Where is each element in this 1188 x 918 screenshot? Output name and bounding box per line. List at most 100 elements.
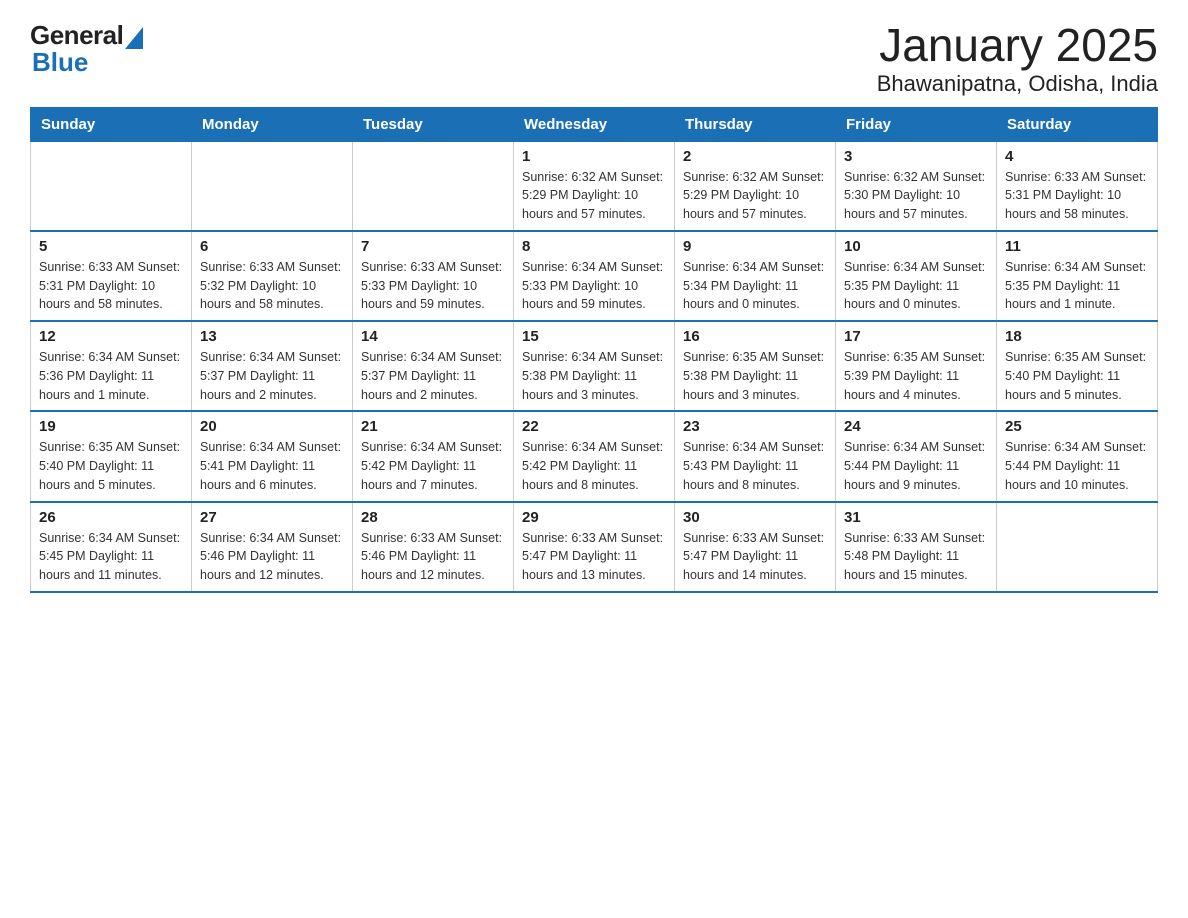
day-info: Sunrise: 6:34 AM Sunset: 5:46 PM Dayligh…: [200, 529, 344, 585]
calendar-cell: 22 Sunrise: 6:34 AM Sunset: 5:42 PM Dayli…: [514, 411, 675, 501]
header: General Blue January 2025 Bhawanipatna, …: [30, 20, 1158, 97]
calendar-cell: [997, 502, 1158, 592]
calendar-cell: 14Sunrise: 6:34 AM Sunset: 5:37 PM Dayli…: [353, 321, 514, 411]
day-info: Sunrise: 6:34 AM Sunset: 5:37 PM Dayligh…: [200, 348, 344, 404]
day-info: Sunrise: 6:34 AM Sunset: 5:36 PM Dayligh…: [39, 348, 183, 404]
calendar-cell: 9 Sunrise: 6:34 AM Sunset: 5:34 PM Daylig…: [675, 231, 836, 321]
month-title: January 2025: [877, 20, 1158, 71]
calendar-cell: 31 Sunrise: 6:33 AM Sunset: 5:48 PM Dayli…: [836, 502, 997, 592]
day-number: 5: [39, 238, 183, 255]
day-info: Sunrise: 6:32 AM Sunset: 5:30 PM Dayligh…: [844, 168, 988, 224]
calendar-cell: 27 Sunrise: 6:34 AM Sunset: 5:46 PM Dayli…: [192, 502, 353, 592]
calendar-cell: 21 Sunrise: 6:34 AM Sunset: 5:42 PM Dayli…: [353, 411, 514, 501]
week-row-3: 12Sunrise: 6:34 AM Sunset: 5:36 PM Dayli…: [31, 321, 1158, 411]
calendar-cell: [31, 141, 192, 231]
day-info: Sunrise: 6:34 AM Sunset: 5:43 PM Dayligh…: [683, 438, 827, 494]
day-info: Sunrise: 6:34 AM Sunset: 5:34 PM Dayligh…: [683, 258, 827, 314]
day-info: Sunrise: 6:33 AM Sunset: 5:46 PM Dayligh…: [361, 529, 505, 585]
day-number: 4: [1005, 148, 1149, 165]
calendar-cell: 15 Sunrise: 6:34 AM Sunset: 5:38 PM Dayli…: [514, 321, 675, 411]
day-number: 23: [683, 418, 827, 435]
day-info: Sunrise: 6:34 AM Sunset: 5:33 PM Dayligh…: [522, 258, 666, 314]
calendar-cell: 10 Sunrise: 6:34 AM Sunset: 5:35 PM Dayli…: [836, 231, 997, 321]
location-title: Bhawanipatna, Odisha, India: [877, 71, 1158, 97]
day-number: 29: [522, 509, 666, 526]
title-area: January 2025 Bhawanipatna, Odisha, India: [877, 20, 1158, 97]
calendar-table: SundayMondayTuesdayWednesdayThursdayFrid…: [30, 107, 1158, 593]
day-number: 20: [200, 418, 344, 435]
day-info: Sunrise: 6:33 AM Sunset: 5:47 PM Dayligh…: [683, 529, 827, 585]
calendar-cell: 16 Sunrise: 6:35 AM Sunset: 5:38 PM Dayli…: [675, 321, 836, 411]
weekday-header-tuesday: Tuesday: [353, 107, 514, 141]
calendar-cell: 1Sunrise: 6:32 AM Sunset: 5:29 PM Daylig…: [514, 141, 675, 231]
calendar-cell: 24 Sunrise: 6:34 AM Sunset: 5:44 PM Dayli…: [836, 411, 997, 501]
week-row-2: 5 Sunrise: 6:33 AM Sunset: 5:31 PM Daylig…: [31, 231, 1158, 321]
calendar-cell: 4 Sunrise: 6:33 AM Sunset: 5:31 PM Daylig…: [997, 141, 1158, 231]
day-info: Sunrise: 6:35 AM Sunset: 5:40 PM Dayligh…: [1005, 348, 1149, 404]
calendar-cell: 17 Sunrise: 6:35 AM Sunset: 5:39 PM Dayli…: [836, 321, 997, 411]
weekday-header-wednesday: Wednesday: [514, 107, 675, 141]
calendar-cell: 13Sunrise: 6:34 AM Sunset: 5:37 PM Dayli…: [192, 321, 353, 411]
day-info: Sunrise: 6:34 AM Sunset: 5:44 PM Dayligh…: [1005, 438, 1149, 494]
logo: General Blue: [30, 20, 144, 78]
day-number: 31: [844, 509, 988, 526]
day-info: Sunrise: 6:34 AM Sunset: 5:35 PM Dayligh…: [844, 258, 988, 314]
day-info: Sunrise: 6:34 AM Sunset: 5:41 PM Dayligh…: [200, 438, 344, 494]
day-info: Sunrise: 6:32 AM Sunset: 5:29 PM Dayligh…: [683, 168, 827, 224]
calendar-cell: 3 Sunrise: 6:32 AM Sunset: 5:30 PM Daylig…: [836, 141, 997, 231]
day-number: 30: [683, 509, 827, 526]
calendar-cell: 8 Sunrise: 6:34 AM Sunset: 5:33 PM Daylig…: [514, 231, 675, 321]
day-number: 28: [361, 509, 505, 526]
calendar-cell: 20 Sunrise: 6:34 AM Sunset: 5:41 PM Dayli…: [192, 411, 353, 501]
day-number: 19: [39, 418, 183, 435]
weekday-header-sunday: Sunday: [31, 107, 192, 141]
weekday-header-saturday: Saturday: [997, 107, 1158, 141]
day-info: Sunrise: 6:34 AM Sunset: 5:38 PM Dayligh…: [522, 348, 666, 404]
week-row-4: 19Sunrise: 6:35 AM Sunset: 5:40 PM Dayli…: [31, 411, 1158, 501]
day-number: 15: [522, 328, 666, 345]
day-number: 22: [522, 418, 666, 435]
day-number: 3: [844, 148, 988, 165]
day-number: 16: [683, 328, 827, 345]
day-number: 8: [522, 238, 666, 255]
day-number: 9: [683, 238, 827, 255]
calendar-cell: 29Sunrise: 6:33 AM Sunset: 5:47 PM Dayli…: [514, 502, 675, 592]
day-number: 17: [844, 328, 988, 345]
day-number: 10: [844, 238, 988, 255]
calendar-cell: 12Sunrise: 6:34 AM Sunset: 5:36 PM Dayli…: [31, 321, 192, 411]
day-info: Sunrise: 6:33 AM Sunset: 5:48 PM Dayligh…: [844, 529, 988, 585]
calendar-cell: 5 Sunrise: 6:33 AM Sunset: 5:31 PM Daylig…: [31, 231, 192, 321]
day-info: Sunrise: 6:33 AM Sunset: 5:31 PM Dayligh…: [39, 258, 183, 314]
day-number: 26: [39, 509, 183, 526]
calendar-cell: 28 Sunrise: 6:33 AM Sunset: 5:46 PM Dayli…: [353, 502, 514, 592]
day-info: Sunrise: 6:34 AM Sunset: 5:42 PM Dayligh…: [522, 438, 666, 494]
day-info: Sunrise: 6:35 AM Sunset: 5:39 PM Dayligh…: [844, 348, 988, 404]
calendar-cell: [192, 141, 353, 231]
day-number: 1: [522, 148, 666, 165]
day-number: 25: [1005, 418, 1149, 435]
calendar-cell: 11Sunrise: 6:34 AM Sunset: 5:35 PM Dayli…: [997, 231, 1158, 321]
calendar-cell: 30 Sunrise: 6:33 AM Sunset: 5:47 PM Dayli…: [675, 502, 836, 592]
day-number: 7: [361, 238, 505, 255]
day-info: Sunrise: 6:33 AM Sunset: 5:33 PM Dayligh…: [361, 258, 505, 314]
day-info: Sunrise: 6:33 AM Sunset: 5:31 PM Dayligh…: [1005, 168, 1149, 224]
calendar-cell: 6Sunrise: 6:33 AM Sunset: 5:32 PM Daylig…: [192, 231, 353, 321]
calendar-cell: 7 Sunrise: 6:33 AM Sunset: 5:33 PM Daylig…: [353, 231, 514, 321]
calendar-cell: 18Sunrise: 6:35 AM Sunset: 5:40 PM Dayli…: [997, 321, 1158, 411]
calendar-cell: 25 Sunrise: 6:34 AM Sunset: 5:44 PM Dayli…: [997, 411, 1158, 501]
calendar-cell: 23 Sunrise: 6:34 AM Sunset: 5:43 PM Dayli…: [675, 411, 836, 501]
day-number: 21: [361, 418, 505, 435]
weekday-header-monday: Monday: [192, 107, 353, 141]
day-number: 11: [1005, 238, 1149, 255]
logo-blue-text: Blue: [32, 47, 88, 77]
day-number: 24: [844, 418, 988, 435]
day-info: Sunrise: 6:33 AM Sunset: 5:32 PM Dayligh…: [200, 258, 344, 314]
day-number: 27: [200, 509, 344, 526]
day-info: Sunrise: 6:34 AM Sunset: 5:42 PM Dayligh…: [361, 438, 505, 494]
day-info: Sunrise: 6:34 AM Sunset: 5:44 PM Dayligh…: [844, 438, 988, 494]
day-info: Sunrise: 6:34 AM Sunset: 5:37 PM Dayligh…: [361, 348, 505, 404]
day-number: 2: [683, 148, 827, 165]
calendar-cell: 2 Sunrise: 6:32 AM Sunset: 5:29 PM Daylig…: [675, 141, 836, 231]
day-info: Sunrise: 6:35 AM Sunset: 5:38 PM Dayligh…: [683, 348, 827, 404]
week-row-1: 1 Sunrise: 6:32 AM Sunset: 5:29 PM Daylig…: [31, 141, 1158, 231]
